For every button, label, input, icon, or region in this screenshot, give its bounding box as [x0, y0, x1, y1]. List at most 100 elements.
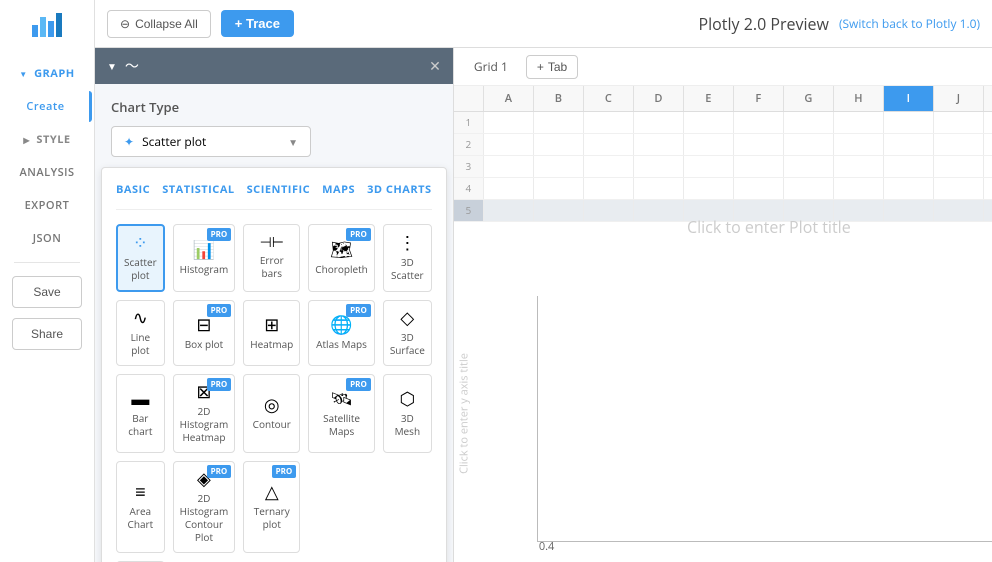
col-header-k[interactable]: K [984, 86, 992, 111]
save-button[interactable]: Save [12, 276, 82, 308]
cell-i3[interactable] [884, 156, 934, 177]
cell-f2[interactable] [734, 134, 784, 155]
cell-i2[interactable] [884, 134, 934, 155]
cell-g4[interactable] [784, 178, 834, 199]
share-button[interactable]: Share [12, 318, 82, 350]
chart-item-satellite-maps[interactable]: PRO 🛰 Satellite Maps [308, 374, 375, 453]
col-header-c[interactable]: C [584, 86, 634, 111]
cell-k2[interactable] [984, 134, 992, 155]
cell-c5[interactable] [584, 200, 634, 221]
cell-k1[interactable] [984, 112, 992, 133]
panel-close-btn[interactable]: ✕ [429, 57, 441, 76]
cell-e5[interactable] [684, 200, 734, 221]
chart-item-choropleth[interactable]: PRO 🗺 Choropleth [308, 224, 375, 292]
cell-c4[interactable] [584, 178, 634, 199]
cell-i4[interactable] [884, 178, 934, 199]
cell-d5[interactable] [634, 200, 684, 221]
cell-i1[interactable] [884, 112, 934, 133]
panel-chevron-icon[interactable]: ▼ [107, 59, 117, 73]
col-header-j[interactable]: J [934, 86, 984, 111]
col-header-b[interactable]: B [534, 86, 584, 111]
chart-item-2d-hist-contour[interactable]: PRO ◈ 2D Histogram Contour Plot [173, 461, 236, 553]
sidebar-item-graph[interactable]: ▼ GRAPH [2, 58, 92, 89]
col-header-d[interactable]: D [634, 86, 684, 111]
cell-f1[interactable] [734, 112, 784, 133]
cell-j3[interactable] [934, 156, 984, 177]
cell-b4[interactable] [534, 178, 584, 199]
cell-h2[interactable] [834, 134, 884, 155]
tab-3d-charts[interactable]: 3D CHARTS [367, 182, 432, 201]
cell-f3[interactable] [734, 156, 784, 177]
chart-item-area[interactable]: ≡ Area Chart [116, 461, 165, 553]
chart-item-heatmap[interactable]: ⊞ Heatmap [243, 300, 300, 366]
cell-h4[interactable] [834, 178, 884, 199]
cell-c2[interactable] [584, 134, 634, 155]
cell-b2[interactable] [534, 134, 584, 155]
chart-item-contour[interactable]: ◎ Contour [243, 374, 300, 453]
cell-g1[interactable] [784, 112, 834, 133]
chart-item-boxplot[interactable]: PRO ⊟ Box plot [173, 300, 236, 366]
sidebar-item-analysis[interactable]: ANALYSIS [2, 157, 92, 188]
chart-item-scatter[interactable]: ⁘ Scatter plot [116, 224, 165, 292]
cell-a1[interactable] [484, 112, 534, 133]
sidebar-item-export[interactable]: EXPORT [2, 190, 92, 221]
cell-a4[interactable] [484, 178, 534, 199]
col-header-h[interactable]: H [834, 86, 884, 111]
cell-d4[interactable] [634, 178, 684, 199]
cell-j1[interactable] [934, 112, 984, 133]
cell-a5[interactable] [484, 200, 534, 221]
cell-k5[interactable] [984, 200, 992, 221]
cell-e4[interactable] [684, 178, 734, 199]
cell-h1[interactable] [834, 112, 884, 133]
cell-j4[interactable] [934, 178, 984, 199]
cell-d3[interactable] [634, 156, 684, 177]
add-tab-button[interactable]: + Tab [526, 55, 578, 79]
chart-type-dropdown[interactable]: ✦ Scatter plot ▼ [111, 126, 311, 157]
tab-maps[interactable]: MAPS [322, 182, 355, 201]
tab-scientific[interactable]: SCIENTIFIC [247, 182, 311, 201]
chart-item-bar[interactable]: ▬ Bar chart [116, 374, 165, 453]
chart-item-errorbars[interactable]: ⊣⊢ Error bars [243, 224, 300, 292]
chart-item-3d-surface[interactable]: ◇ 3D Surface [383, 300, 432, 366]
cell-g3[interactable] [784, 156, 834, 177]
chart-item-ternary[interactable]: PRO △ Ternary plot [243, 461, 300, 553]
add-trace-button[interactable]: + Trace [221, 10, 294, 37]
sidebar-item-style[interactable]: ▶ STYLE [2, 124, 92, 155]
cell-g2[interactable] [784, 134, 834, 155]
cell-f4[interactable] [734, 178, 784, 199]
cell-j2[interactable] [934, 134, 984, 155]
col-header-e[interactable]: E [684, 86, 734, 111]
cell-d2[interactable] [634, 134, 684, 155]
cell-f5[interactable] [734, 200, 784, 221]
chart-item-3d-mesh[interactable]: ⬡ 3D Mesh [383, 374, 432, 453]
cell-k3[interactable] [984, 156, 992, 177]
cell-j5[interactable] [934, 200, 984, 221]
col-header-f[interactable]: F [734, 86, 784, 111]
cell-b1[interactable] [534, 112, 584, 133]
cell-a3[interactable] [484, 156, 534, 177]
col-header-a[interactable]: A [484, 86, 534, 111]
y-axis-label-hint[interactable]: Click to enter y axis title [456, 353, 471, 474]
cell-h3[interactable] [834, 156, 884, 177]
cell-k4[interactable] [984, 178, 992, 199]
chart-item-atlas-maps[interactable]: PRO 🌐 Atlas Maps [308, 300, 375, 366]
cell-i5[interactable] [884, 200, 934, 221]
cell-c3[interactable] [584, 156, 634, 177]
cell-c1[interactable] [584, 112, 634, 133]
chart-item-2d-hist-heatmap[interactable]: PRO ⊠ 2D Histogram Heatmap [173, 374, 236, 453]
cell-e3[interactable] [684, 156, 734, 177]
cell-d1[interactable] [634, 112, 684, 133]
tab-statistical[interactable]: STATISTICAL [162, 182, 234, 201]
chart-item-line[interactable]: ∿ Line plot [116, 300, 165, 366]
collapse-all-button[interactable]: ⊖ Collapse All [107, 10, 211, 38]
chart-item-3d-scatter[interactable]: ⋮ 3D Scatter [383, 224, 432, 292]
cell-b5[interactable] [534, 200, 584, 221]
sidebar-item-create[interactable]: Create [2, 91, 92, 122]
switch-link[interactable]: (Switch back to Plotly 1.0) [839, 15, 980, 32]
chart-item-histogram[interactable]: PRO 📊 Histogram [173, 224, 236, 292]
col-header-g[interactable]: G [784, 86, 834, 111]
cell-a2[interactable] [484, 134, 534, 155]
cell-g5[interactable] [784, 200, 834, 221]
col-header-i[interactable]: I [884, 86, 934, 111]
cell-e1[interactable] [684, 112, 734, 133]
